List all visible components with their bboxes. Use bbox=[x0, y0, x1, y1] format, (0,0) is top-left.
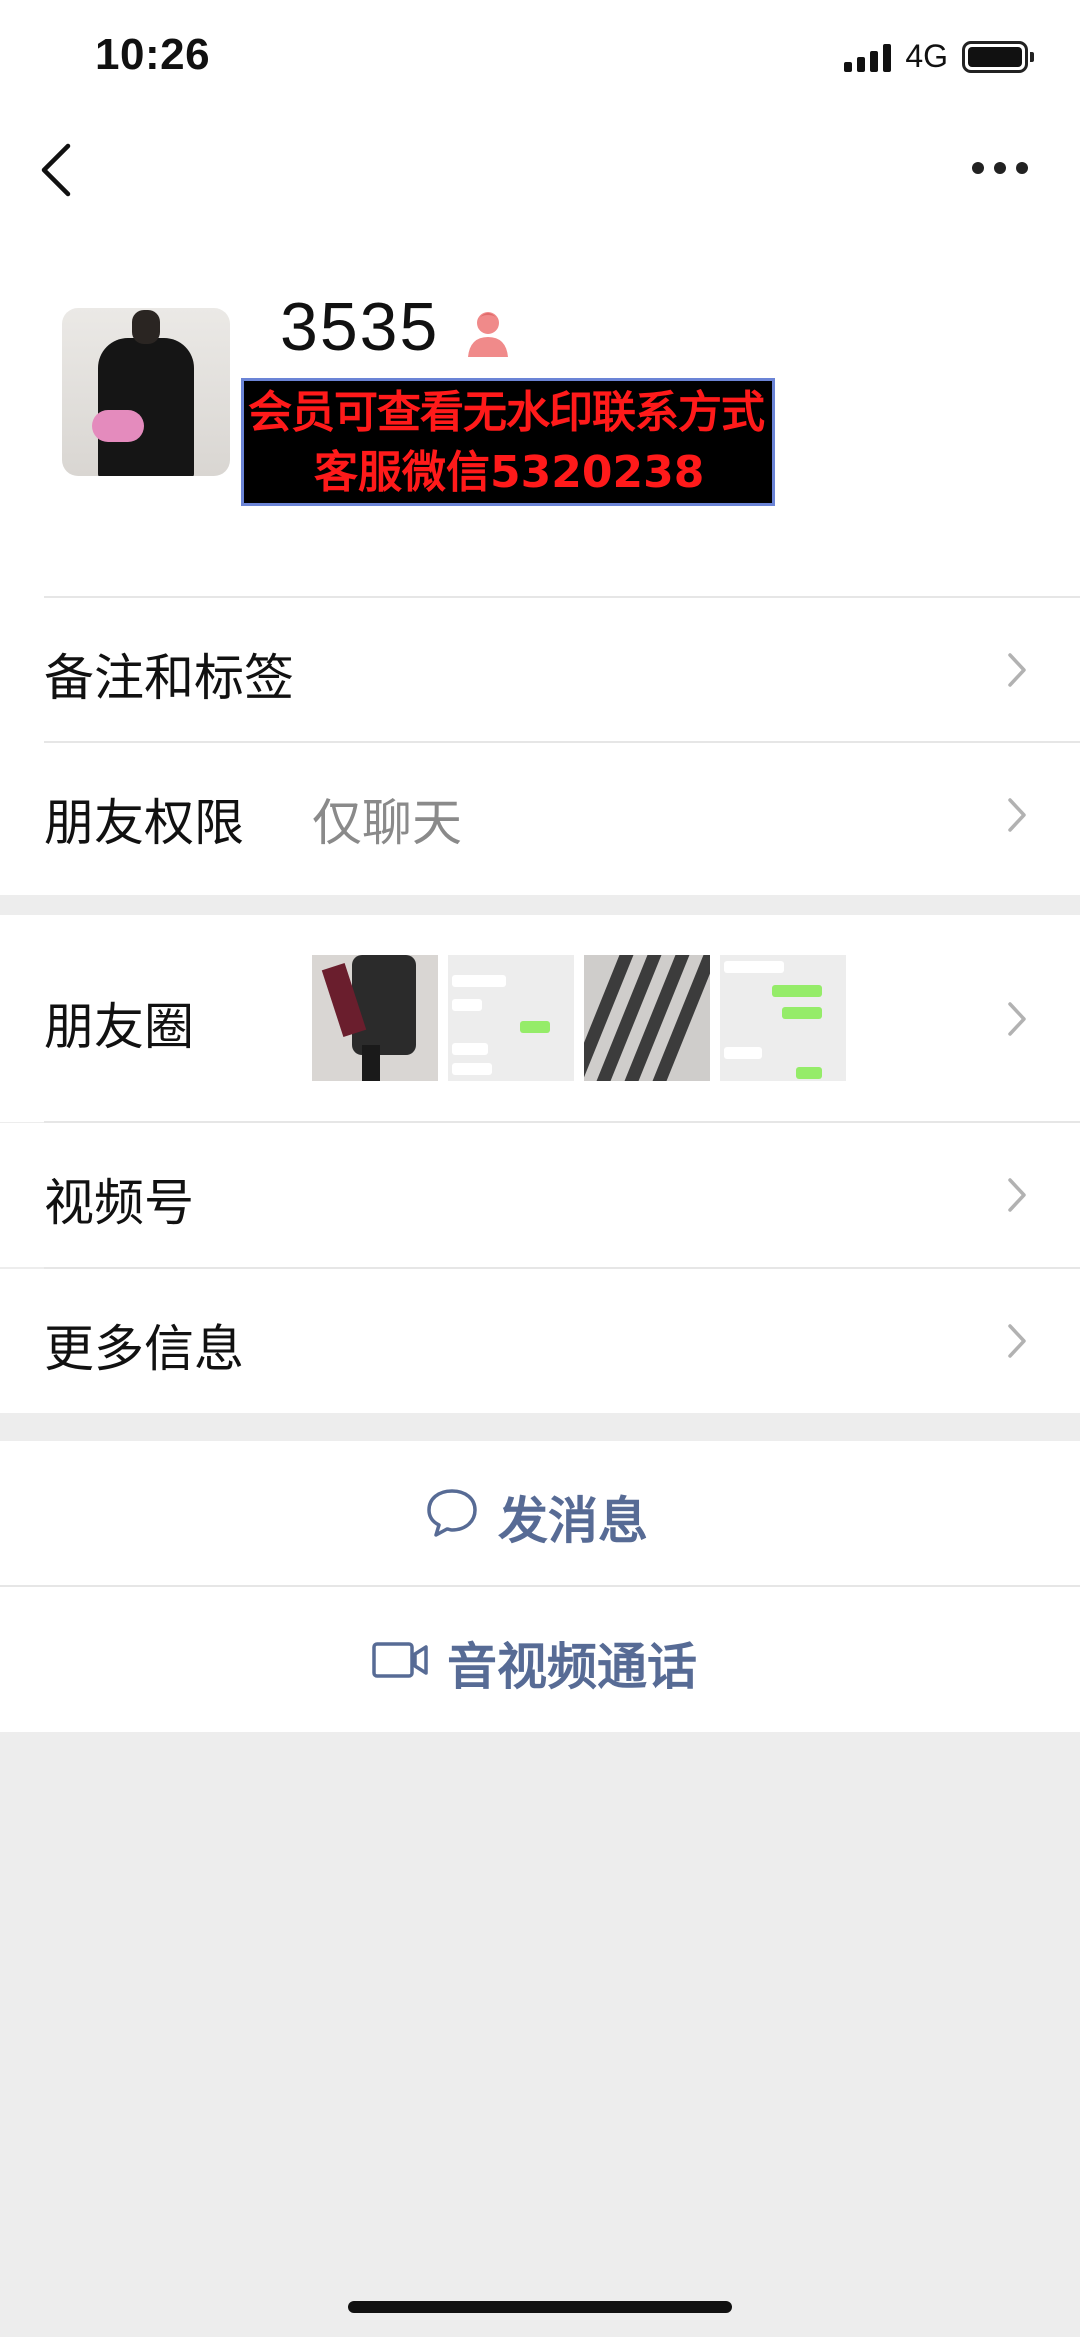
moments-photo bbox=[584, 955, 710, 1081]
nickname: 3535 bbox=[280, 289, 440, 365]
cell-friend-permissions[interactable]: 朋友权限 仅聊天 bbox=[0, 743, 1080, 887]
send-message-button[interactable]: 发消息 bbox=[0, 1441, 1080, 1586]
more-dots-icon[interactable] bbox=[972, 162, 1028, 174]
battery-icon bbox=[962, 40, 1034, 73]
watermark-line-2: 客服微信5320238 bbox=[314, 447, 705, 498]
cell-label: 视频号 bbox=[44, 1174, 194, 1232]
cell-remarks-tags[interactable]: 备注和标签 bbox=[0, 598, 1080, 742]
send-message-label: 发消息 bbox=[498, 1492, 648, 1550]
cell-label: 朋友圈 bbox=[44, 998, 194, 1056]
moments-photo bbox=[312, 955, 438, 1081]
status-indicators: 4G bbox=[844, 38, 1034, 75]
female-person-icon bbox=[468, 312, 508, 357]
avatar[interactable] bbox=[62, 308, 230, 476]
chevron-right-icon bbox=[1008, 1324, 1026, 1358]
signal-icon bbox=[844, 42, 892, 72]
chevron-right-icon bbox=[1008, 1002, 1026, 1036]
chevron-left-icon[interactable] bbox=[36, 140, 76, 200]
chat-bubble-icon bbox=[427, 1489, 477, 1537]
status-time: 10:26 bbox=[95, 30, 211, 79]
cell-label: 备注和标签 bbox=[44, 649, 294, 707]
chevron-right-icon bbox=[1008, 653, 1026, 687]
av-call-button[interactable]: 音视频通话 bbox=[0, 1587, 1080, 1732]
cell-label: 更多信息 bbox=[44, 1320, 244, 1378]
network-type: 4G bbox=[905, 38, 948, 74]
cell-label: 朋友权限 bbox=[44, 794, 244, 852]
video-camera-icon bbox=[372, 1642, 428, 1678]
cell-more-info[interactable]: 更多信息 bbox=[0, 1269, 1080, 1413]
av-call-label: 音视频通话 bbox=[447, 1638, 697, 1696]
cell-value: 仅聊天 bbox=[312, 794, 462, 852]
moments-thumbnails[interactable] bbox=[312, 955, 846, 1081]
cell-channels[interactable]: 视频号 bbox=[0, 1123, 1080, 1267]
watermark-overlay: 会员可查看无水印联系方式 客服微信5320238 bbox=[241, 378, 775, 506]
home-indicator[interactable] bbox=[348, 2301, 732, 2313]
watermark-line-1: 会员可查看无水印联系方式 bbox=[248, 387, 765, 438]
chevron-right-icon bbox=[1008, 1178, 1026, 1212]
moments-photo bbox=[448, 955, 574, 1081]
chevron-right-icon bbox=[1008, 798, 1026, 832]
moments-photo bbox=[720, 955, 846, 1081]
